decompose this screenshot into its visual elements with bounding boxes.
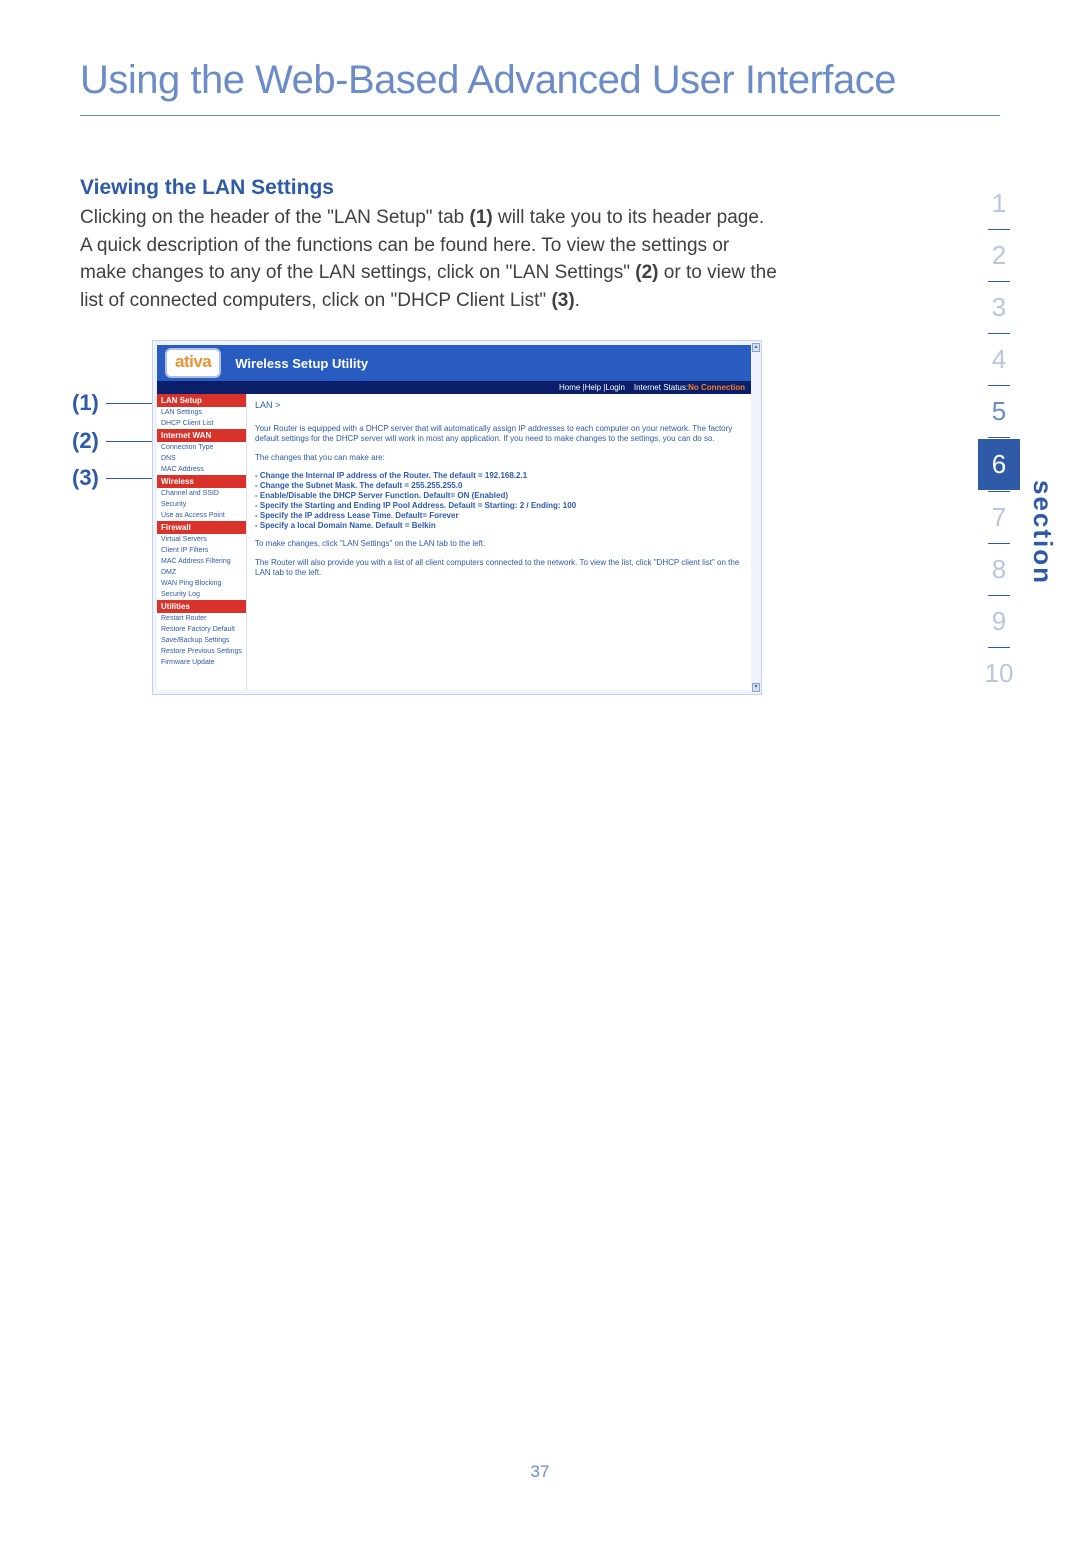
- sidebar-item[interactable]: Client IP Filters: [157, 545, 246, 556]
- content-area: Viewing the LAN Settings Clicking on the…: [0, 116, 1080, 314]
- status-links[interactable]: Home |Help |Login: [559, 383, 625, 392]
- sidebar-item[interactable]: Use as Access Point: [157, 510, 246, 521]
- section-nav-item[interactable]: 3: [978, 282, 1020, 333]
- body-seg-0: Clicking on the header of the "LAN Setup…: [80, 207, 470, 228]
- body-seg-1: (1): [470, 207, 493, 228]
- settings-bullet: - Specify the IP address Lease Time. Def…: [255, 511, 743, 521]
- breadcrumb[interactable]: LAN >: [255, 400, 743, 410]
- main-p3: To make changes, click "LAN Settings" on…: [255, 539, 743, 549]
- body-seg-5: (3): [551, 290, 574, 311]
- sidebar-item[interactable]: DNS: [157, 453, 246, 464]
- settings-bullets: - Change the Internal IP address of the …: [255, 471, 743, 531]
- status-label: Internet Status:: [634, 383, 688, 392]
- router-status-bar: Home |Help |Login Internet Status:No Con…: [157, 381, 751, 394]
- section-heading: Viewing the LAN Settings: [80, 176, 1000, 200]
- section-nav-item[interactable]: 2: [978, 230, 1020, 281]
- section-nav-item[interactable]: 10: [978, 648, 1020, 699]
- section-nav: 12345678910: [978, 178, 1020, 699]
- scroll-up-icon[interactable]: ▴: [752, 343, 760, 352]
- section-nav-item[interactable]: 9: [978, 596, 1020, 647]
- sidebar-item[interactable]: Channel and SSID: [157, 488, 246, 499]
- sidebar-header[interactable]: LAN Setup: [157, 394, 246, 407]
- sidebar-header[interactable]: Internet WAN: [157, 429, 246, 442]
- router-main-pane: LAN > Your Router is equipped with a DHC…: [247, 394, 751, 690]
- section-nav-item[interactable]: 8: [978, 544, 1020, 595]
- sidebar-item[interactable]: LAN Settings: [157, 407, 246, 418]
- section-nav-item[interactable]: 5: [978, 386, 1020, 437]
- status-value: No Connection: [688, 383, 745, 392]
- body-seg-6: .: [575, 290, 580, 311]
- router-body: LAN SetupLAN SettingsDHCP Client ListInt…: [157, 394, 751, 690]
- sidebar-header[interactable]: Utilities: [157, 600, 246, 613]
- settings-bullet: - Change the Internal IP address of the …: [255, 471, 743, 481]
- settings-bullet: - Specify a local Domain Name. Default =…: [255, 521, 743, 531]
- sidebar-item[interactable]: Save/Backup Settings: [157, 635, 246, 646]
- section-nav-item[interactable]: 4: [978, 334, 1020, 385]
- router-sidebar: LAN SetupLAN SettingsDHCP Client ListInt…: [157, 394, 247, 690]
- sidebar-item[interactable]: Virtual Servers: [157, 534, 246, 545]
- sidebar-item[interactable]: Restart Router: [157, 613, 246, 624]
- body-seg-3: (2): [635, 262, 658, 283]
- sidebar-item[interactable]: MAC Address: [157, 464, 246, 475]
- section-nav-separator: [988, 437, 1010, 438]
- body-paragraph: Clicking on the header of the "LAN Setup…: [80, 204, 780, 314]
- sidebar-header[interactable]: Firewall: [157, 521, 246, 534]
- sidebar-item[interactable]: DHCP Client List: [157, 418, 246, 429]
- section-label: section: [1027, 480, 1058, 585]
- settings-bullet: - Change the Subnet Mask. The default = …: [255, 481, 743, 491]
- sidebar-item[interactable]: MAC Address Filtering: [157, 556, 246, 567]
- sidebar-header[interactable]: Wireless: [157, 475, 246, 488]
- main-p2: The changes that you can make are:: [255, 453, 743, 463]
- section-nav-item[interactable]: 1: [978, 178, 1020, 229]
- scroll-down-icon[interactable]: ▾: [752, 683, 760, 692]
- router-ui-frame: ▴ ▾ ativa Wireless Setup Utility Home |H…: [152, 340, 762, 695]
- page-number: 37: [0, 1462, 1080, 1482]
- router-logo: ativa: [165, 348, 221, 378]
- sidebar-item[interactable]: Connection Type: [157, 442, 246, 453]
- settings-bullet: - Enable/Disable the DHCP Server Functio…: [255, 491, 743, 501]
- sidebar-item[interactable]: Restore Factory Default: [157, 624, 246, 635]
- router-header: ativa Wireless Setup Utility: [157, 345, 751, 381]
- sidebar-item[interactable]: DMZ: [157, 567, 246, 578]
- sidebar-item[interactable]: WAN Ping Blocking: [157, 578, 246, 589]
- main-p4: The Router will also provide you with a …: [255, 558, 743, 579]
- sidebar-item[interactable]: Restore Previous Settings: [157, 646, 246, 657]
- sidebar-item[interactable]: Security Log: [157, 589, 246, 600]
- sidebar-item[interactable]: Security: [157, 499, 246, 510]
- section-nav-item[interactable]: 7: [978, 492, 1020, 543]
- section-nav-item[interactable]: 6: [978, 439, 1020, 490]
- sidebar-item[interactable]: Firmware Update: [157, 657, 246, 668]
- settings-bullet: - Specify the Starting and Ending IP Poo…: [255, 501, 743, 511]
- main-p1: Your Router is equipped with a DHCP serv…: [255, 424, 743, 445]
- router-utility-title: Wireless Setup Utility: [235, 356, 368, 371]
- page-title: Using the Web-Based Advanced User Interf…: [0, 0, 1080, 115]
- router-inner: ativa Wireless Setup Utility Home |Help …: [157, 345, 751, 690]
